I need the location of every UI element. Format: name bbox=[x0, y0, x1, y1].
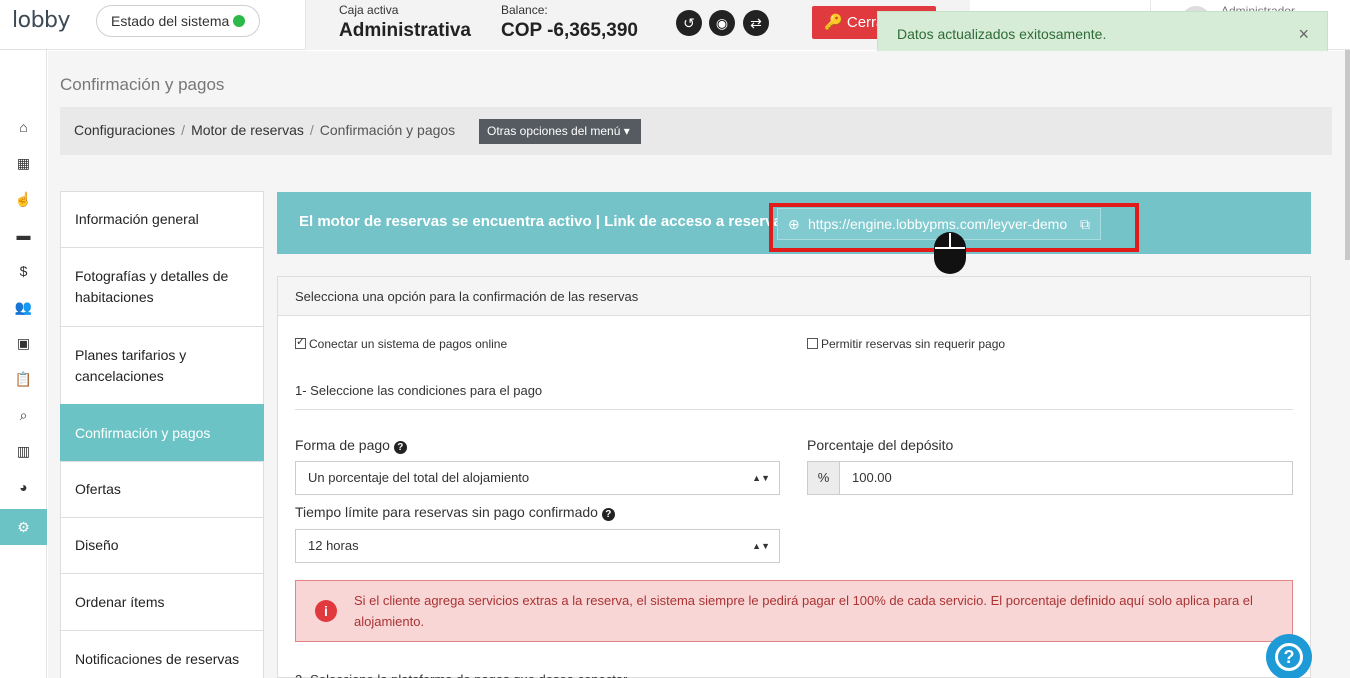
hand-pointer-icon[interactable]: ☝ bbox=[0, 181, 47, 217]
breadcrumb: Configuraciones / Motor de reservas / Confir… bbox=[60, 107, 1332, 155]
extras-alert: i Si el cliente agrega servicios extras … bbox=[295, 580, 1293, 642]
deposit-label: Porcentaje del depósito bbox=[807, 437, 954, 453]
select-arrows-icon: ▲▼ bbox=[752, 473, 770, 483]
main-content: Confirmación y pagos Configuraciones / Mot… bbox=[48, 51, 1350, 678]
eye-icon[interactable]: ◉ bbox=[709, 10, 735, 36]
step2-title: 2- Seleccione la plataforma de pagos que… bbox=[295, 672, 627, 678]
time-limit-select[interactable]: 12 horas ▲▼ bbox=[295, 529, 780, 563]
payment-form-label: Forma de pago ? bbox=[295, 437, 407, 454]
archive-icon[interactable]: ▬ bbox=[0, 217, 47, 253]
deposit-input[interactable]: 100.00 bbox=[839, 461, 1293, 495]
mouse-cursor-icon bbox=[934, 232, 966, 274]
select-arrows-icon: ▲▼ bbox=[752, 541, 770, 551]
payment-form-label-text: Forma de pago bbox=[295, 437, 390, 453]
cash-value: Administrativa bbox=[339, 20, 471, 41]
dollar-icon[interactable]: $ bbox=[0, 253, 47, 289]
success-toast: Datos actualizados exitosamente. × bbox=[877, 11, 1328, 55]
toast-message: Datos actualizados exitosamente. bbox=[897, 26, 1107, 42]
percent-addon: % bbox=[807, 461, 840, 495]
menu-item-photos[interactable]: Fotografías y detalles de habitaciones bbox=[60, 247, 264, 327]
transfer-icon[interactable]: ⇄ bbox=[743, 10, 769, 36]
system-status-label: Estado del sistema bbox=[111, 13, 230, 29]
search-icon[interactable]: ⌕ bbox=[0, 397, 47, 433]
breadcrumb-item[interactable]: Motor de reservas bbox=[191, 122, 304, 138]
panel-header: Selecciona una opción para la confirmaci… bbox=[278, 277, 1310, 316]
menu-item-offers[interactable]: Ofertas bbox=[60, 461, 264, 518]
confirmation-panel: Selecciona una opción para la confirmaci… bbox=[277, 276, 1311, 678]
pie-chart-icon[interactable]: ◕ bbox=[0, 469, 47, 505]
scrollbar[interactable] bbox=[1345, 50, 1350, 260]
checkbox-checked-icon bbox=[295, 335, 306, 349]
alert-text: Si el cliente agrega servicios extras a … bbox=[354, 593, 1253, 629]
icon-sidebar: ⌂ ▦ ☝ ▬ $ 👥 ▣ 📋 ⌕ ▥ ◕ ⚙ bbox=[0, 50, 47, 678]
menu-item-general[interactable]: Información general bbox=[60, 191, 264, 248]
time-limit-label-text: Tiempo límite para reservas sin pago con… bbox=[295, 504, 598, 520]
status-indicator-dot bbox=[233, 15, 245, 27]
online-payments-label: Conectar un sistema de pagos online bbox=[309, 337, 508, 351]
no-payment-label: Permitir reservas sin requerir pago bbox=[821, 337, 1006, 351]
users-icon[interactable]: 👥 bbox=[0, 289, 47, 325]
app-logo[interactable]: lobby bbox=[12, 8, 71, 33]
breadcrumb-item[interactable]: Configuraciones bbox=[74, 122, 175, 138]
menu-item-design[interactable]: Diseño bbox=[60, 517, 264, 574]
menu-item-rates[interactable]: Planes tarifarios y cancelaciones bbox=[60, 326, 264, 405]
no-payment-checkbox[interactable]: Permitir reservas sin requerir pago bbox=[807, 337, 1005, 351]
balance-value: COP -6,365,390 bbox=[501, 20, 638, 41]
bar-chart-icon[interactable]: ▥ bbox=[0, 433, 47, 469]
close-icon[interactable]: × bbox=[1298, 12, 1309, 56]
time-limit-value: 12 horas bbox=[308, 538, 359, 553]
checkbox-unchecked-icon bbox=[807, 338, 818, 349]
question-icon[interactable]: ? bbox=[601, 508, 615, 521]
breadcrumb-current: Confirmación y pagos bbox=[319, 122, 456, 138]
online-payments-checkbox[interactable]: Conectar un sistema de pagos online bbox=[295, 335, 508, 351]
payment-form-value: Un porcentaje del total del alojamiento bbox=[308, 470, 530, 485]
system-status-button[interactable]: Estado del sistema bbox=[96, 5, 260, 37]
step1-title: 1- Seleccione las condiciones para el pa… bbox=[295, 383, 543, 398]
balance-label: Balance: bbox=[501, 3, 548, 17]
page-title: Confirmación y pagos bbox=[60, 75, 225, 94]
address-book-icon[interactable]: ▣ bbox=[0, 325, 47, 361]
cash-label: Caja activa bbox=[339, 3, 399, 17]
divider bbox=[295, 409, 1293, 410]
gear-icon[interactable]: ⚙ bbox=[0, 509, 47, 545]
key-icon: 🔑 bbox=[824, 14, 843, 31]
question-circle-icon: ? bbox=[1275, 643, 1303, 671]
calendar-icon[interactable]: ▦ bbox=[0, 145, 47, 181]
engine-status-text: El motor de reservas se encuentra activo… bbox=[299, 213, 796, 230]
clipboard-icon[interactable]: 📋 bbox=[0, 361, 47, 397]
question-icon[interactable]: ? bbox=[393, 441, 407, 454]
payment-form-select[interactable]: Un porcentaje del total del alojamiento … bbox=[295, 461, 780, 495]
help-button[interactable]: ? bbox=[1266, 634, 1312, 678]
menu-item-confirmation[interactable]: Confirmación y pagos bbox=[60, 404, 264, 462]
caret-down-icon: ▾ bbox=[623, 124, 630, 138]
info-icon: i bbox=[315, 600, 337, 622]
home-icon[interactable]: ⌂ bbox=[0, 109, 47, 145]
menu-item-notifications[interactable]: Notificaciones de reservas bbox=[60, 630, 264, 678]
other-options-label: Otras opciones del menú bbox=[487, 124, 621, 138]
settings-menu: Información general Fotografías y detall… bbox=[60, 191, 264, 678]
menu-item-order[interactable]: Ordenar ítems bbox=[60, 573, 264, 631]
history-icon[interactable]: ↺ bbox=[676, 10, 702, 36]
other-options-dropdown[interactable]: Otras opciones del menú ▾ bbox=[479, 119, 641, 144]
time-limit-label: Tiempo límite para reservas sin pago con… bbox=[295, 504, 615, 521]
